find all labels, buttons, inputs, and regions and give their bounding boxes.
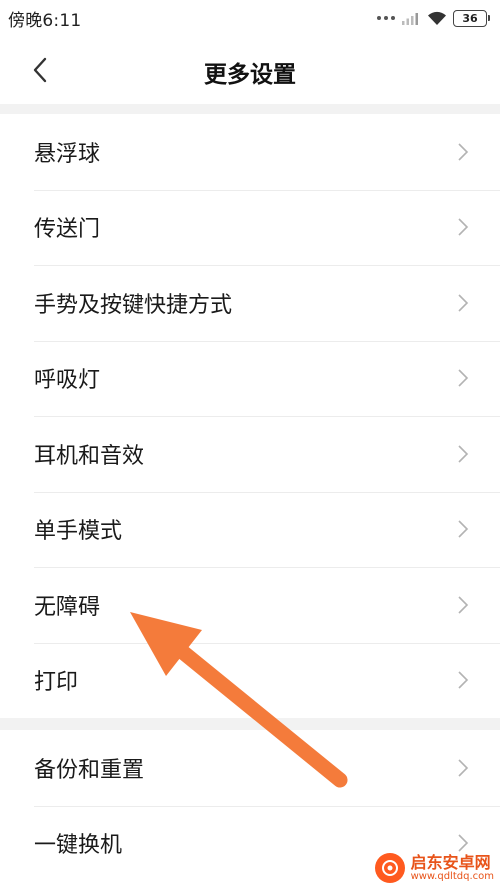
watermark-name: 启东安卓网 — [410, 852, 491, 872]
status-bar: 傍晚6:11 36 — [0, 0, 500, 36]
signal-icon — [402, 13, 418, 25]
battery-icon: 36 — [453, 9, 490, 27]
menu-item-breathing-light[interactable]: 呼吸灯 — [0, 340, 500, 417]
menu-item-label: 手势及按键快捷方式 — [34, 292, 233, 318]
menu-item-one-handed-mode[interactable]: 单手模式 — [0, 491, 500, 568]
menu-item-label: 一键换机 — [34, 833, 123, 859]
menu-item-label: 传送门 — [34, 217, 101, 243]
chevron-right-icon — [458, 834, 469, 852]
more-dots-icon — [377, 16, 395, 20]
section-gap-middle — [0, 718, 500, 730]
chevron-right-icon — [458, 759, 469, 777]
menu-item-label: 备份和重置 — [34, 757, 145, 783]
watermark: 启东安卓网 www.qdltdq.com — [374, 853, 494, 883]
chevron-right-icon — [458, 218, 469, 236]
watermark-logo-icon — [374, 853, 405, 883]
watermark-url: www.qdltdq.com — [410, 871, 494, 883]
chevron-right-icon — [458, 671, 469, 689]
menu-item-portal[interactable]: 传送门 — [0, 189, 500, 266]
menu-item-headphones-audio[interactable]: 耳机和音效 — [0, 416, 500, 492]
page-title: 更多设置 — [204, 62, 296, 88]
chevron-right-icon — [458, 596, 469, 614]
menu-item-label: 打印 — [34, 670, 79, 696]
menu-item-label: 呼吸灯 — [34, 368, 101, 394]
screen: 傍晚6:11 36 更多设置 悬浮球 传送门 手势及按键快捷方式 呼吸灯 耳机和… — [0, 0, 500, 889]
watermark-text: 启东安卓网 www.qdltdq.com — [411, 854, 494, 883]
section-gap-top — [0, 104, 500, 114]
menu-item-label: 单手模式 — [34, 519, 123, 545]
settings-group-1: 悬浮球 传送门 手势及按键快捷方式 呼吸灯 耳机和音效 单手模式 无障碍 打印 — [0, 114, 500, 718]
chevron-right-icon — [458, 369, 469, 387]
menu-item-label: 耳机和音效 — [34, 443, 145, 469]
status-icons: 36 — [377, 9, 490, 27]
menu-item-gesture-shortcuts[interactable]: 手势及按键快捷方式 — [0, 265, 500, 341]
menu-item-backup-reset[interactable]: 备份和重置 — [0, 730, 500, 806]
wifi-icon — [428, 11, 446, 25]
menu-item-accessibility[interactable]: 无障碍 — [0, 567, 500, 643]
menu-item-label: 悬浮球 — [34, 141, 101, 167]
battery-level: 36 — [462, 11, 478, 25]
chevron-right-icon — [458, 143, 469, 161]
header: 更多设置 — [0, 36, 500, 104]
chevron-right-icon — [458, 520, 469, 538]
status-time: 傍晚6:11 — [8, 10, 82, 31]
menu-item-print[interactable]: 打印 — [0, 642, 500, 719]
chevron-right-icon — [458, 294, 469, 312]
menu-item-label: 无障碍 — [34, 594, 101, 620]
chevron-right-icon — [458, 445, 469, 463]
menu-item-floating-ball[interactable]: 悬浮球 — [0, 114, 500, 190]
